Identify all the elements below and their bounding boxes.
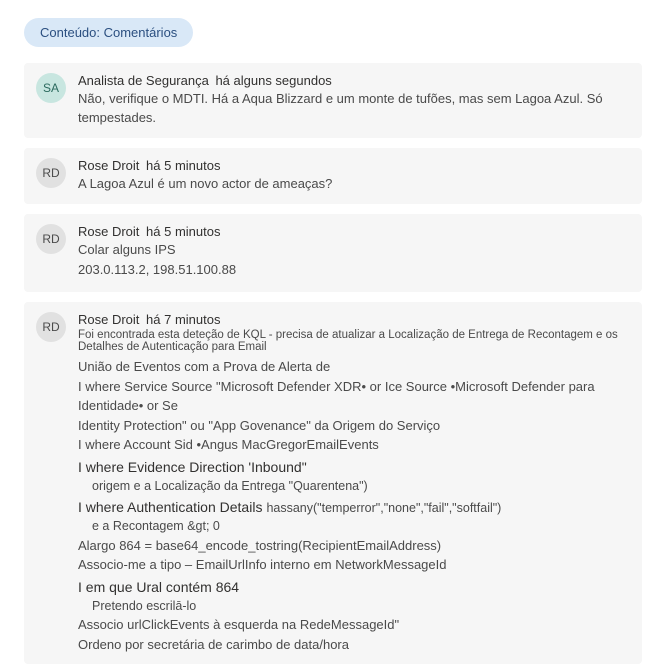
kql-head: I em que Ural contém 864 <box>78 577 630 598</box>
kql-line: Associo-me a tipo – EmailUrlInfo interno… <box>78 555 630 575</box>
comment-item: RD Rose Droit há 5 minutos Colar alguns … <box>24 214 642 293</box>
comment-body: Analista de Segurança há alguns segundos… <box>78 73 630 128</box>
comment-author: Rose Droit <box>78 312 139 327</box>
comment-item: RD Rose Droit há 7 minutos Foi encontrad… <box>24 302 642 664</box>
kql-line: Identity Protection" ou "App Govenance" … <box>78 416 630 436</box>
kql-line: I where Account Sid •Angus MacGregorEmai… <box>78 435 630 455</box>
comment-header: Analista de Segurança há alguns segundos <box>78 73 630 88</box>
comment-author: Rose Droit <box>78 158 139 173</box>
comment-body: Rose Droit há 7 minutos Foi encontrada e… <box>78 312 630 654</box>
comment-text: A Lagoa Azul é um novo actor de ameaças? <box>78 175 630 194</box>
comment-time: há 7 minutos <box>146 312 220 327</box>
kql-sub: Pretendo escrilā-lo <box>92 598 630 616</box>
comment-time: há 5 minutos <box>146 224 220 239</box>
tab-comments[interactable]: Conteúdo: Comentários <box>24 18 193 47</box>
comment-author: Rose Droit <box>78 224 139 239</box>
kql-sub: origem e a Localização da Entrega "Quare… <box>92 478 630 496</box>
kql-line: Alargo 864 = base64_encode_tostring(Reci… <box>78 536 630 556</box>
comment-header: Rose Droit há 5 minutos <box>78 158 630 173</box>
kql-head: I where Authentication Details hassany("… <box>78 495 630 518</box>
comment-author: Analista de Segurança <box>78 73 209 88</box>
kql-line: Ordeno por secretária de carimbo de data… <box>78 635 630 655</box>
avatar: RD <box>36 158 66 188</box>
kql-line: I where Service Source "Microsoft Defend… <box>78 377 630 416</box>
avatar: RD <box>36 224 66 254</box>
comment-body: Rose Droit há 5 minutos Colar alguns IPS… <box>78 224 630 283</box>
comment-text: União de Eventos com a Prova de Alerta d… <box>78 357 630 654</box>
comment-time: há alguns segundos <box>215 73 331 88</box>
kql-head: I where Evidence Direction 'Inbound" <box>78 457 630 478</box>
kql-line: União de Eventos com a Prova de Alerta d… <box>78 357 630 377</box>
comment-time: há 5 minutos <box>146 158 220 173</box>
comment-header: Rose Droit há 5 minutos <box>78 224 630 239</box>
comment-header: Rose Droit há 7 minutos <box>78 312 630 327</box>
comment-item: RD Rose Droit há 5 minutos A Lagoa Azul … <box>24 148 642 204</box>
comment-subtitle: Foi encontrada esta deteção de KQL - pre… <box>78 329 630 353</box>
comment-line: 203.0.113.2, 198.51.100.88 <box>78 261 630 280</box>
avatar: SA <box>36 73 66 103</box>
kql-trail: hassany("temperror","none","fail","softf… <box>266 499 501 518</box>
kql-line: Associo urlClickEvents à esquerda na Red… <box>78 615 630 635</box>
kql-head-text: I where Authentication Details <box>78 497 262 518</box>
kql-sub: e a Recontagem &gt; 0 <box>92 518 630 536</box>
comment-line: Colar alguns IPS <box>78 241 630 260</box>
comment-text: Não, verifique o MDTI. Há a Aqua Blizzar… <box>78 90 630 128</box>
avatar: RD <box>36 312 66 342</box>
comment-item: SA Analista de Segurança há alguns segun… <box>24 63 642 138</box>
comment-body: Rose Droit há 5 minutos A Lagoa Azul é u… <box>78 158 630 194</box>
comment-text: Colar alguns IPS 203.0.113.2, 198.51.100… <box>78 241 630 281</box>
